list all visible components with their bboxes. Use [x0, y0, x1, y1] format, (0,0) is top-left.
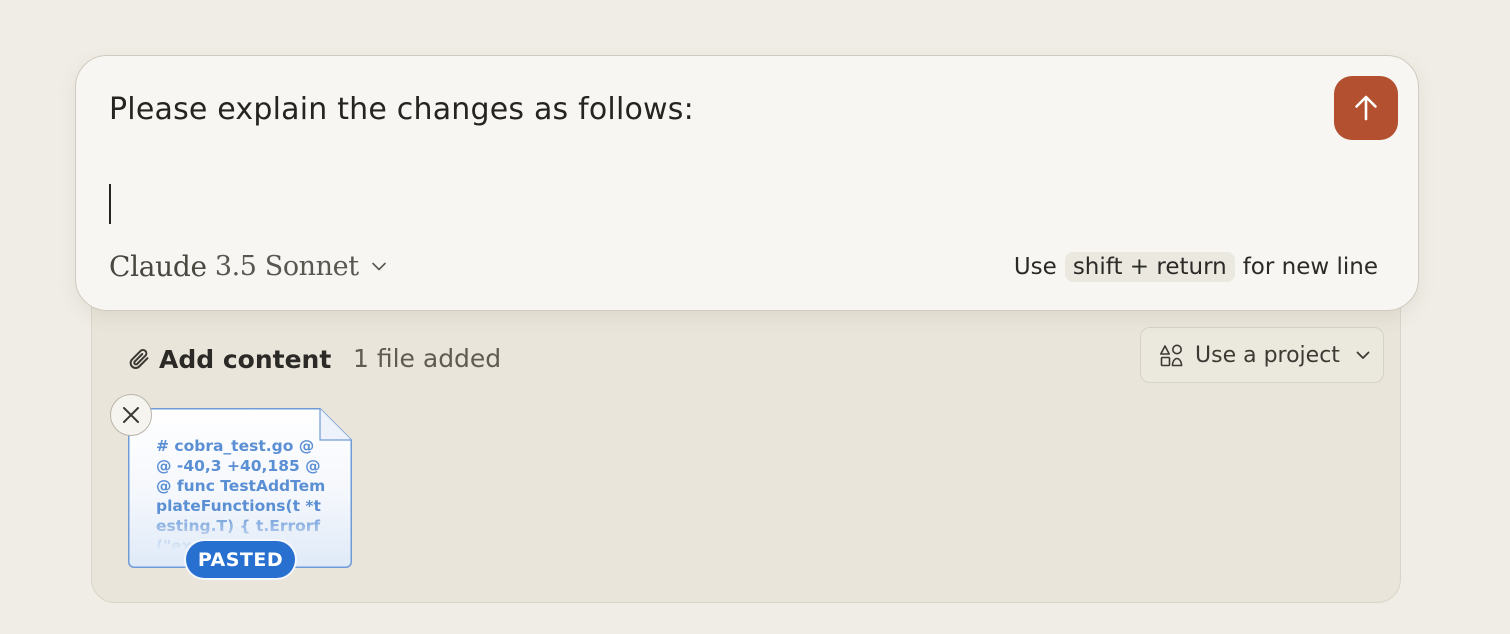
files-count: 1 file added — [353, 344, 502, 373]
text-cursor — [109, 184, 111, 224]
newline-hint: Use shift + return for new line — [1014, 247, 1378, 287]
message-composer[interactable]: Please explain the changes as follows: C… — [75, 55, 1419, 311]
chevron-down-icon — [1356, 351, 1370, 359]
model-brand: Claude — [109, 249, 207, 283]
model-selector[interactable]: Claude 3.5 Sonnet — [109, 246, 389, 286]
send-button[interactable] — [1334, 76, 1398, 140]
model-version: 3.5 Sonnet — [214, 250, 359, 282]
attachments-header: Add content 1 file added Use a project — [127, 327, 1384, 395]
paperclip-icon — [129, 348, 149, 369]
add-content-label: Add content — [159, 344, 332, 374]
add-content-button[interactable]: Add content — [127, 339, 331, 379]
hint-suffix: for new line — [1242, 254, 1378, 280]
close-icon — [123, 407, 139, 423]
arrow-up-icon — [1355, 95, 1377, 121]
file-preview-text: # cobra_test.go @@ -40,3 +40,185 @@ func… — [156, 437, 326, 550]
use-project-label: Use a project — [1195, 342, 1340, 368]
hint-prefix: Use — [1013, 254, 1057, 280]
prompt-input[interactable]: Please explain the changes as follows: — [109, 90, 694, 130]
hint-shortcut: shift + return — [1064, 252, 1235, 282]
chevron-down-icon — [371, 262, 386, 271]
use-project-button[interactable]: Use a project — [1140, 327, 1384, 383]
pasted-badge: PASTED — [186, 541, 295, 578]
shapes-icon — [1160, 344, 1183, 367]
remove-file-button[interactable] — [110, 394, 152, 436]
